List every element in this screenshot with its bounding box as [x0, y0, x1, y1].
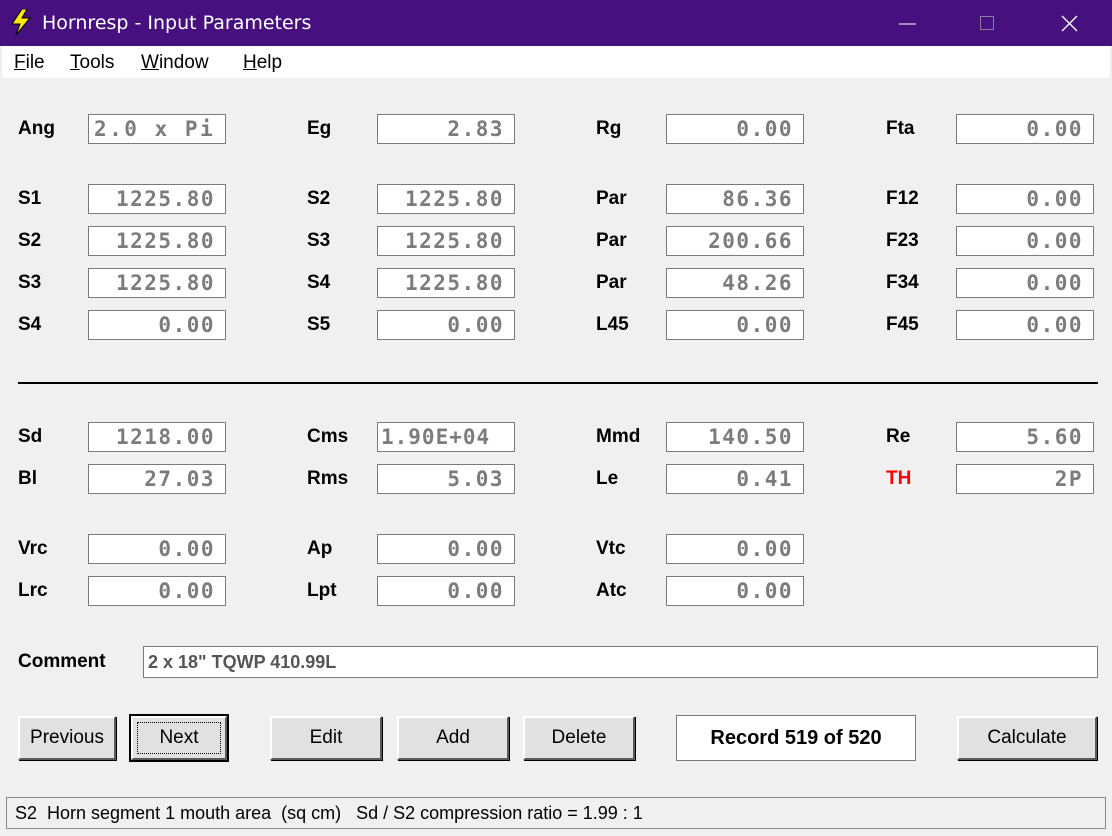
- label-f23: F23: [886, 230, 919, 251]
- field-bl[interactable]: 27.03: [88, 464, 226, 494]
- label-s2a: S2: [307, 188, 331, 209]
- field-s5[interactable]: 0.00: [377, 310, 515, 340]
- field-rg[interactable]: 0.00: [666, 114, 804, 144]
- field-lrc[interactable]: 0.00: [88, 576, 226, 606]
- field-cms[interactable]: 1.90E+04: [377, 422, 515, 452]
- label-par3: Par: [596, 272, 627, 293]
- label-par2: Par: [596, 230, 627, 251]
- field-mmd[interactable]: 140.50: [666, 422, 804, 452]
- label-vtc: Vtc: [596, 538, 626, 559]
- field-ap[interactable]: 0.00: [377, 534, 515, 564]
- field-th[interactable]: 2P: [956, 464, 1094, 494]
- field-f34[interactable]: 0.00: [956, 268, 1094, 298]
- label-s4b: S4: [18, 314, 42, 335]
- menu-file[interactable]: File: [14, 52, 45, 74]
- field-rms[interactable]: 5.03: [377, 464, 515, 494]
- label-th: TH: [886, 468, 912, 489]
- calculate-label: Calculate: [987, 727, 1067, 748]
- add-label: Add: [436, 727, 470, 748]
- label-lrc: Lrc: [18, 580, 48, 601]
- label-re: Re: [886, 426, 911, 447]
- label-s3a: S3: [307, 230, 331, 251]
- field-par1[interactable]: 86.36: [666, 184, 804, 214]
- field-vrc[interactable]: 0.00: [88, 534, 226, 564]
- label-f45: F45: [886, 314, 919, 335]
- focus-rect: [137, 722, 221, 754]
- delete-button[interactable]: Delete: [523, 716, 635, 760]
- label-sd: Sd: [18, 426, 43, 447]
- field-vtc[interactable]: 0.00: [666, 534, 804, 564]
- field-ang[interactable]: 2.0 x Pi: [88, 114, 226, 144]
- label-s4a: S4: [307, 272, 331, 293]
- label-s3b: S3: [18, 272, 42, 293]
- maximize-icon: [980, 16, 994, 30]
- label-le: Le: [596, 468, 619, 489]
- field-eg[interactable]: 2.83: [377, 114, 515, 144]
- field-le[interactable]: 0.41: [666, 464, 804, 494]
- label-l45: L45: [596, 314, 629, 335]
- label-f12: F12: [886, 188, 919, 209]
- label-rg: Rg: [596, 118, 622, 139]
- label-atc: Atc: [596, 580, 627, 601]
- field-sd[interactable]: 1218.00: [88, 422, 226, 452]
- label-ang: Ang: [18, 118, 55, 139]
- label-vrc: Vrc: [18, 538, 48, 559]
- menu-bar: File Tools Window Help: [2, 46, 1110, 78]
- calculate-button[interactable]: Calculate: [957, 716, 1097, 760]
- comment-field[interactable]: 2 x 18" TQWP 410.99L: [143, 646, 1098, 678]
- field-s2a[interactable]: 1225.80: [377, 184, 515, 214]
- label-mmd: Mmd: [596, 426, 641, 447]
- field-s3b[interactable]: 1225.80: [88, 268, 226, 298]
- label-cms: Cms: [307, 426, 349, 447]
- field-f12[interactable]: 0.00: [956, 184, 1094, 214]
- comment-label: Comment: [18, 651, 106, 672]
- menu-help[interactable]: Help: [243, 52, 282, 74]
- status-bar: S2 Horn segment 1 mouth area (sq cm) Sd …: [6, 797, 1106, 829]
- field-s4b[interactable]: 0.00: [88, 310, 226, 340]
- label-bl: Bl: [18, 468, 37, 489]
- delete-label: Delete: [551, 727, 607, 748]
- add-button[interactable]: Add: [397, 716, 509, 760]
- label-ap: Ap: [307, 538, 333, 559]
- record-indicator: Record 519 of 520: [676, 715, 916, 761]
- previous-label: Previous: [30, 727, 104, 748]
- field-f23[interactable]: 0.00: [956, 226, 1094, 256]
- field-fta[interactable]: 0.00: [956, 114, 1094, 144]
- lightning-bolt-icon: [11, 9, 32, 35]
- field-atc[interactable]: 0.00: [666, 576, 804, 606]
- field-s3a[interactable]: 1225.80: [377, 226, 515, 256]
- title-bar: Hornresp - Input Parameters: [0, 0, 1112, 46]
- menu-window[interactable]: Window: [141, 52, 209, 74]
- label-rms: Rms: [307, 468, 349, 489]
- field-s2b[interactable]: 1225.80: [88, 226, 226, 256]
- label-f34: F34: [886, 272, 919, 293]
- field-par2[interactable]: 200.66: [666, 226, 804, 256]
- field-s1[interactable]: 1225.80: [88, 184, 226, 214]
- field-s4a[interactable]: 1225.80: [377, 268, 515, 298]
- minimize-icon: [899, 23, 916, 25]
- field-re[interactable]: 5.60: [956, 422, 1094, 452]
- field-l45[interactable]: 0.00: [666, 310, 804, 340]
- close-button[interactable]: [1030, 0, 1110, 46]
- field-f45[interactable]: 0.00: [956, 310, 1094, 340]
- maximize-button[interactable]: [948, 0, 1028, 46]
- minimize-button[interactable]: [868, 0, 948, 46]
- previous-button[interactable]: Previous: [18, 716, 116, 760]
- label-par1: Par: [596, 188, 627, 209]
- field-lpt[interactable]: 0.00: [377, 576, 515, 606]
- field-par3[interactable]: 48.26: [666, 268, 804, 298]
- edit-button[interactable]: Edit: [270, 716, 382, 760]
- section-divider: [18, 382, 1098, 384]
- label-fta: Fta: [886, 118, 915, 139]
- label-s1: S1: [18, 188, 42, 209]
- label-eg: Eg: [307, 118, 332, 139]
- label-s2b: S2: [18, 230, 42, 251]
- label-lpt: Lpt: [307, 580, 337, 601]
- close-icon: [1061, 15, 1078, 32]
- edit-label: Edit: [309, 727, 343, 748]
- next-button[interactable]: Next: [129, 714, 229, 762]
- window-title: Hornresp - Input Parameters: [42, 12, 312, 34]
- menu-tools[interactable]: Tools: [70, 52, 114, 74]
- label-s5: S5: [307, 314, 331, 335]
